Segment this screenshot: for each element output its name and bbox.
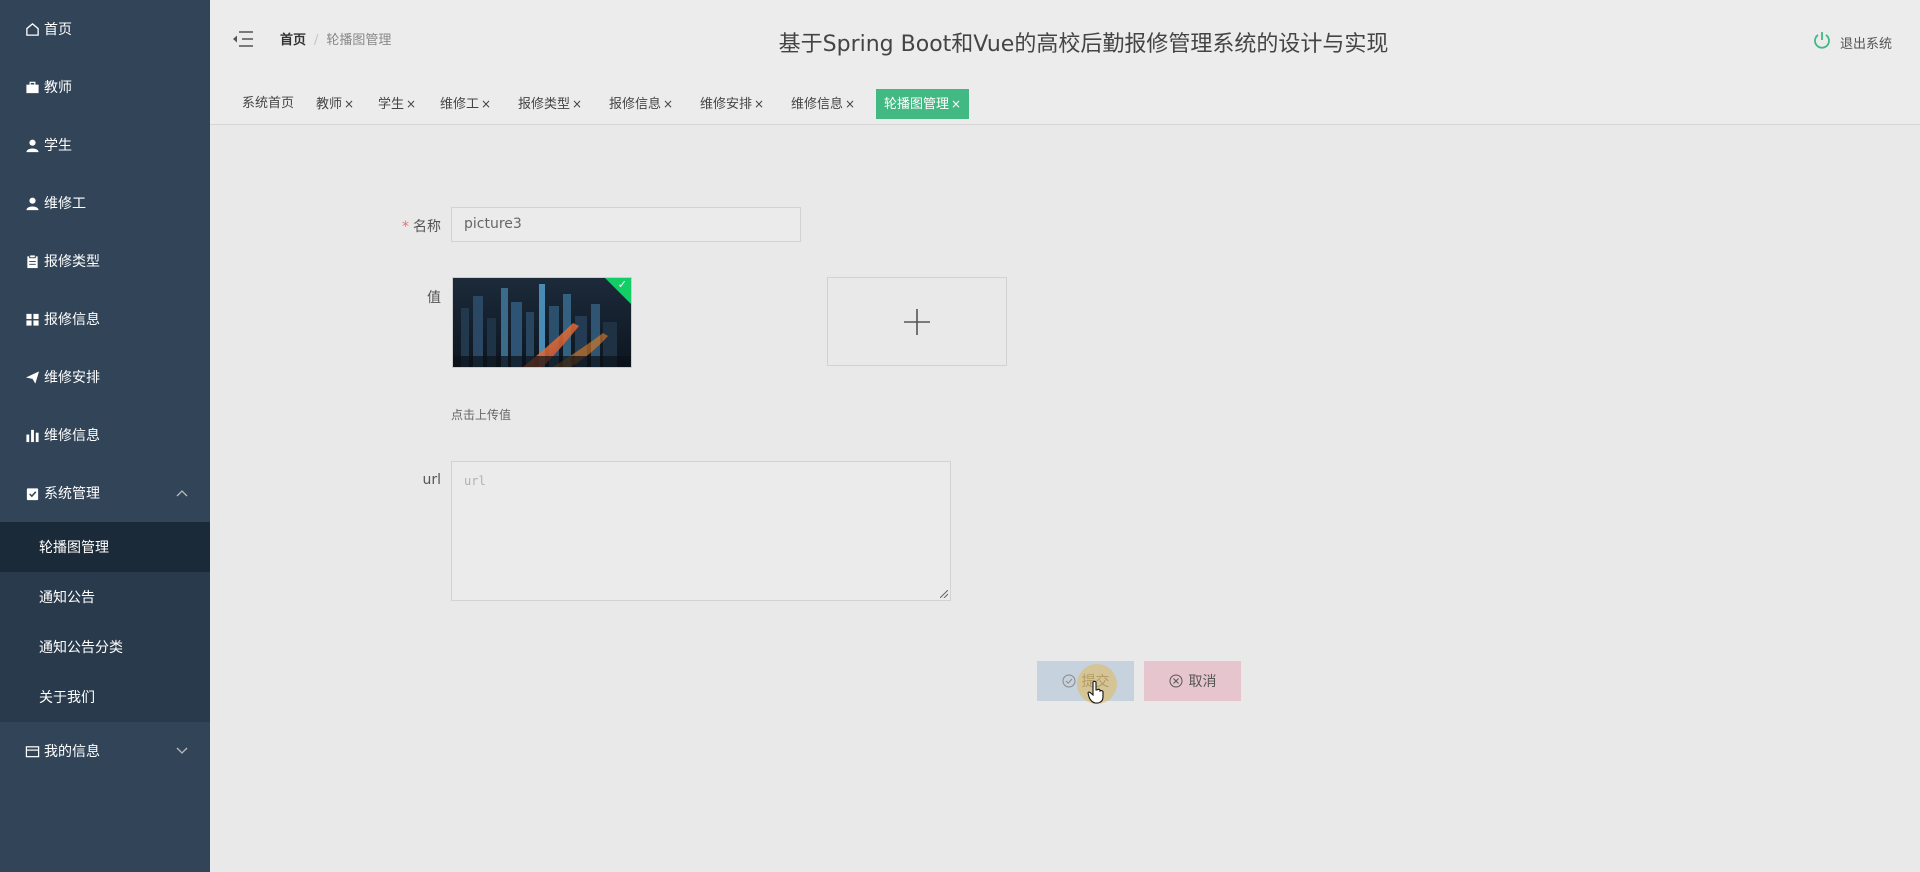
tab-student[interactable]: 学生 × xyxy=(370,89,424,119)
sidebar-item-repair-info[interactable]: 报修信息 xyxy=(0,290,210,348)
check-circle-icon xyxy=(1062,674,1075,688)
tab-teacher[interactable]: 教师 × xyxy=(308,89,362,119)
sidebar-item-repair-arrange[interactable]: 维修安排 xyxy=(0,348,210,406)
system-submenu: 轮播图管理 通知公告 通知公告分类 关于我们 xyxy=(0,522,210,722)
url-placeholder: url xyxy=(464,474,486,488)
top-header: 首页 / 轮播图管理 基于Spring Boot和Vue的高校后勤报修管理系统的设计… xyxy=(210,0,1920,83)
tab-label: 维修安排 xyxy=(700,97,753,112)
grid-icon xyxy=(24,311,40,327)
url-textarea[interactable]: url xyxy=(451,461,951,601)
sidebar-item-repair-type[interactable]: 报修类型 xyxy=(0,232,210,290)
close-icon[interactable]: × xyxy=(754,97,764,111)
sidebar-item-profile[interactable]: 我的信息 xyxy=(0,722,210,780)
uploaded-image-thumbnail[interactable]: ✓ xyxy=(452,277,632,368)
send-icon xyxy=(24,369,40,385)
name-label-text: 名称 xyxy=(413,219,441,235)
name-input[interactable]: picture3 xyxy=(451,207,801,242)
resize-handle-icon[interactable] xyxy=(940,590,948,598)
breadcrumb-current: 轮播图管理 xyxy=(326,33,392,48)
tab-repair-type[interactable]: 报修类型 × xyxy=(510,89,590,119)
cancel-label: 取消 xyxy=(1188,674,1217,690)
sidebar-item-home[interactable]: 首页 xyxy=(0,0,210,58)
tab-label: 维修工 xyxy=(440,97,480,112)
sidebar-item-label: 我的信息 xyxy=(44,744,100,760)
sidebar-item-label: 教师 xyxy=(44,80,72,96)
sidebar-item-repair-record[interactable]: 维修信息 xyxy=(0,406,210,464)
sidebar-item-label: 维修工 xyxy=(44,196,86,212)
upload-tip: 点击上传值 xyxy=(451,408,512,422)
page-title-text: 基于Spring Boot和Vue的高校后勤报修管理系统的设计与实现 xyxy=(778,32,1389,57)
check-icon: ✓ xyxy=(617,278,627,291)
page-title: 基于Spring Boot和Vue的高校后勤报修管理系统的设计与实现 xyxy=(210,26,1920,58)
chevron-down-icon xyxy=(176,743,188,759)
tab-repair-arrange[interactable]: 维修安排 × xyxy=(692,89,772,119)
checklist-icon xyxy=(24,485,40,501)
close-icon[interactable]: × xyxy=(951,97,961,111)
sidebar-item-student[interactable]: 学生 xyxy=(0,116,210,174)
close-icon[interactable]: × xyxy=(344,97,354,111)
user-icon xyxy=(24,195,40,211)
power-icon xyxy=(1812,30,1840,54)
card-icon xyxy=(24,743,40,759)
tab-repairman[interactable]: 维修工 × xyxy=(432,89,499,119)
hand-cursor-icon xyxy=(1087,680,1105,708)
tab-label: 维修信息 xyxy=(791,97,844,112)
user-icon xyxy=(24,137,40,153)
tab-label: 学生 xyxy=(378,97,405,112)
sidebar-item-repairman[interactable]: 维修工 xyxy=(0,174,210,232)
clipboard-icon xyxy=(24,253,40,269)
value-label: 值 xyxy=(427,290,441,306)
url-label: url xyxy=(422,472,441,488)
close-circle-icon xyxy=(1169,674,1182,688)
sidebar-item-label: 系统管理 xyxy=(44,486,100,502)
close-icon[interactable]: × xyxy=(406,97,416,111)
sidebar-item-label: 维修安排 xyxy=(44,370,100,386)
sidebar-item-teacher[interactable]: 教师 xyxy=(0,58,210,116)
bar-chart-icon xyxy=(24,427,40,443)
close-icon[interactable]: × xyxy=(663,97,673,111)
image-upload-button[interactable] xyxy=(827,277,1007,366)
tab-label: 系统首页 xyxy=(242,96,295,111)
submenu-item-notice[interactable]: 通知公告 xyxy=(0,572,210,622)
plus-icon xyxy=(904,308,930,335)
home-icon xyxy=(24,21,40,37)
tab-label: 报修类型 xyxy=(518,97,571,112)
sidebar-item-label: 学生 xyxy=(44,138,72,154)
logout-label: 退出系统 xyxy=(1839,36,1892,52)
submenu-item-carousel[interactable]: 轮播图管理 xyxy=(0,522,210,572)
sidebar-item-label: 首页 xyxy=(44,22,72,38)
tab-label: 报修信息 xyxy=(609,97,662,112)
sidebar-item-label: 报修类型 xyxy=(44,254,100,270)
menu-toggle-icon[interactable] xyxy=(232,29,254,49)
required-mark: * xyxy=(402,219,409,235)
tab-carousel[interactable]: 轮播图管理 × xyxy=(876,89,970,119)
close-icon[interactable]: × xyxy=(572,97,582,111)
briefcase-icon xyxy=(24,79,40,95)
tab-bar: 系统首页 教师 × 学生 × 维修工 × 报修类型 × 报修信息 × 维修安排 × 维修信息… xyxy=(210,82,1920,125)
tab-home[interactable]: 系统首页 xyxy=(234,89,302,119)
chevron-up-icon xyxy=(176,485,188,501)
sidebar: 首页 教师 学生 维修工 报修类型 报修信息 维修安排 维修信息 系统管理 轮播… xyxy=(0,0,210,872)
tab-repair-info[interactable]: 报修信息 × xyxy=(601,89,681,119)
sidebar-item-system[interactable]: 系统管理 xyxy=(0,464,210,522)
tab-label: 教师 xyxy=(316,97,343,112)
submenu-item-notice-category[interactable]: 通知公告分类 xyxy=(0,622,210,672)
cancel-button[interactable]: 取消 xyxy=(1144,661,1241,701)
breadcrumb: 首页 / 轮播图管理 xyxy=(280,29,391,48)
logout-button[interactable]: 退出系统 xyxy=(1812,30,1892,54)
close-icon[interactable]: × xyxy=(481,97,491,111)
sidebar-item-label: 维修信息 xyxy=(44,428,100,444)
breadcrumb-separator: / xyxy=(314,33,319,48)
breadcrumb-home[interactable]: 首页 xyxy=(280,33,306,48)
name-label: * 名称 xyxy=(395,216,441,236)
sidebar-item-label: 报修信息 xyxy=(44,312,100,328)
close-icon[interactable]: × xyxy=(845,97,855,111)
tab-repair-record[interactable]: 维修信息 × xyxy=(783,89,863,119)
submenu-item-about[interactable]: 关于我们 xyxy=(0,672,210,722)
tab-label: 轮播图管理 xyxy=(884,97,950,112)
